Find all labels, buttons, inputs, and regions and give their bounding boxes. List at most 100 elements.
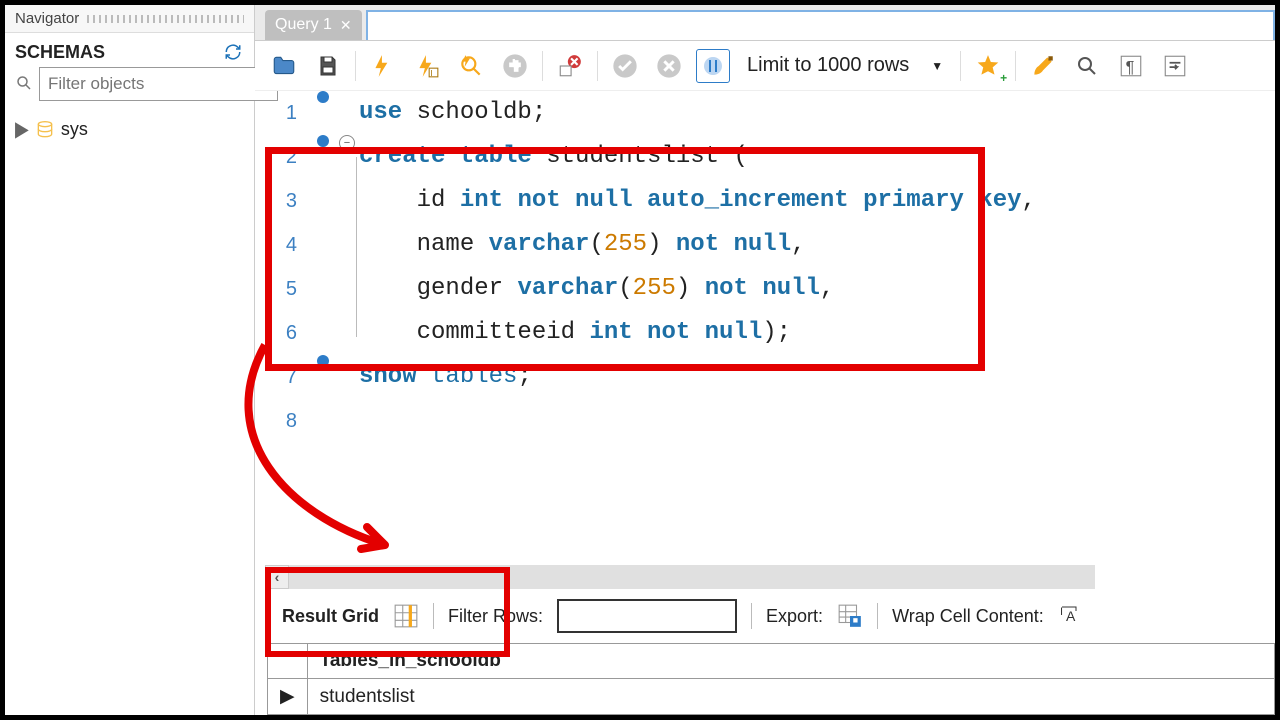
toolbar-separator bbox=[1015, 51, 1016, 81]
navigator-title: Navigator bbox=[15, 10, 79, 27]
chevron-down-icon: ▼ bbox=[931, 59, 943, 73]
sql-editor[interactable]: 1use schooldb;2 −create table studentslis… bbox=[255, 91, 1275, 553]
grid-icon[interactable] bbox=[393, 603, 419, 629]
line-number: 4 bbox=[255, 223, 311, 267]
close-icon[interactable]: ✕ bbox=[340, 17, 352, 34]
result-toolbar: Result Grid Filter Rows: Export: Wrap Ce… bbox=[255, 589, 1275, 639]
svg-text:I: I bbox=[430, 67, 432, 77]
commit-icon[interactable] bbox=[608, 49, 642, 83]
code-text[interactable]: use schooldb; bbox=[359, 91, 546, 135]
query-tab-bar: Query 1 ✕ bbox=[255, 5, 1275, 41]
explain-icon[interactable] bbox=[454, 49, 488, 83]
tree-item-sys[interactable]: ▶ sys bbox=[13, 115, 246, 144]
find-icon[interactable] bbox=[1070, 49, 1104, 83]
editor-line[interactable]: 1use schooldb; bbox=[255, 91, 1275, 135]
code-text[interactable]: create table studentslist ( bbox=[359, 135, 748, 179]
export-label: Export: bbox=[766, 606, 823, 627]
rollback-icon[interactable] bbox=[652, 49, 686, 83]
separator bbox=[433, 603, 434, 629]
cell-value[interactable]: studentslist bbox=[307, 679, 1274, 715]
open-file-icon[interactable] bbox=[267, 49, 301, 83]
editor-hscrollbar[interactable]: ‹ bbox=[265, 565, 1095, 589]
line-number: 6 bbox=[255, 311, 311, 355]
svg-text:¶: ¶ bbox=[1126, 58, 1135, 76]
code-text[interactable]: name varchar(255) not null, bbox=[359, 223, 806, 267]
save-icon[interactable] bbox=[311, 49, 345, 83]
editor-line[interactable]: 8 bbox=[255, 399, 1275, 443]
separator bbox=[267, 603, 268, 629]
column-header[interactable]: Tables_in_schooldb bbox=[307, 644, 1274, 679]
toolbar-separator bbox=[597, 51, 598, 81]
scroll-left-icon[interactable]: ‹ bbox=[265, 565, 289, 589]
code-text[interactable]: gender varchar(255) not null, bbox=[359, 267, 834, 311]
row-header-blank bbox=[268, 644, 308, 679]
tab-label: Query 1 bbox=[275, 16, 332, 34]
sql-toolbar: I Limit to 1000 rows ▼ + ¶ bbox=[255, 41, 1275, 91]
export-icon[interactable] bbox=[837, 603, 863, 629]
wrap-cell-label: Wrap Cell Content: bbox=[892, 606, 1044, 627]
row-limit-label: Limit to 1000 rows bbox=[747, 54, 909, 77]
filter-rows-input[interactable] bbox=[557, 599, 737, 633]
editor-line[interactable]: 4 name varchar(255) not null, bbox=[255, 223, 1275, 267]
statement-dot-icon bbox=[317, 91, 329, 103]
svg-text:I: I bbox=[1060, 606, 1063, 618]
fold-toggle-icon[interactable]: − bbox=[339, 135, 355, 151]
database-icon bbox=[35, 120, 55, 140]
refresh-icon[interactable] bbox=[222, 41, 244, 63]
fold-guide bbox=[356, 157, 357, 337]
line-number: 8 bbox=[255, 399, 311, 443]
filter-objects-input[interactable] bbox=[39, 67, 278, 101]
result-grid-label: Result Grid bbox=[282, 606, 379, 627]
cancel-query-icon[interactable] bbox=[553, 49, 587, 83]
line-number: 2 bbox=[255, 135, 311, 179]
search-icon bbox=[15, 74, 33, 95]
editor-line[interactable]: 3 id int not null auto_increment primary… bbox=[255, 179, 1275, 223]
wrap-cell-icon[interactable]: IA bbox=[1058, 603, 1084, 629]
schemas-label: SCHEMAS bbox=[15, 42, 105, 63]
result-table: Tables_in_schooldb ▶ studentslist bbox=[267, 643, 1275, 715]
execute-icon[interactable] bbox=[366, 49, 400, 83]
breakpoint-gutter[interactable] bbox=[311, 91, 335, 103]
tab-query1[interactable]: Query 1 ✕ bbox=[265, 10, 362, 40]
toolbar-separator bbox=[542, 51, 543, 81]
editor-line[interactable]: 6 committeeid int not null); bbox=[255, 311, 1275, 355]
editor-line[interactable]: 2 −create table studentslist ( bbox=[255, 135, 1275, 179]
wrap-icon[interactable] bbox=[1158, 49, 1192, 83]
breakpoint-gutter[interactable] bbox=[311, 135, 335, 147]
beautify-icon[interactable] bbox=[1026, 49, 1060, 83]
toolbar-separator bbox=[960, 51, 961, 81]
autocommit-toggle-icon[interactable] bbox=[696, 49, 730, 83]
code-text[interactable]: show tables; bbox=[359, 355, 532, 399]
table-row[interactable]: ▶ studentslist bbox=[268, 679, 1275, 715]
separator bbox=[751, 603, 752, 629]
code-text[interactable]: id int not null auto_increment primary k… bbox=[359, 179, 1036, 223]
current-row-caret-icon: ▶ bbox=[268, 679, 308, 715]
stop-icon[interactable] bbox=[498, 49, 532, 83]
line-number: 5 bbox=[255, 267, 311, 311]
execute-step-icon[interactable]: I bbox=[410, 49, 444, 83]
caret-right-icon: ▶ bbox=[15, 117, 29, 142]
pilcrow-icon[interactable]: ¶ bbox=[1114, 49, 1148, 83]
row-limit-dropdown[interactable]: Limit to 1000 rows ▼ bbox=[740, 47, 950, 85]
line-number: 3 bbox=[255, 179, 311, 223]
statement-dot-icon bbox=[317, 355, 329, 367]
toolbar-separator bbox=[355, 51, 356, 81]
filter-rows-label: Filter Rows: bbox=[448, 606, 543, 627]
tree-item-label: sys bbox=[61, 119, 88, 140]
breakpoint-gutter[interactable] bbox=[311, 355, 335, 367]
line-number: 7 bbox=[255, 355, 311, 399]
svg-text:A: A bbox=[1066, 608, 1076, 624]
scrollbar-track[interactable] bbox=[289, 565, 1095, 589]
editor-line[interactable]: 7 show tables; bbox=[255, 355, 1275, 399]
main-panel: Query 1 ✕ I bbox=[255, 5, 1275, 715]
navigator-panel: Navigator SCHEMAS ▶ sys bbox=[5, 5, 255, 715]
editor-line[interactable]: 5 gender varchar(255) not null, bbox=[255, 267, 1275, 311]
code-text[interactable]: committeeid int not null); bbox=[359, 311, 791, 355]
tab-spacer bbox=[366, 10, 1275, 40]
separator bbox=[877, 603, 878, 629]
statement-dot-icon bbox=[317, 135, 329, 147]
fold-gutter[interactable]: − bbox=[335, 135, 359, 151]
favorite-icon[interactable]: + bbox=[971, 49, 1005, 83]
navigator-title-bar: Navigator bbox=[5, 5, 254, 33]
navigator-grip bbox=[87, 15, 244, 23]
